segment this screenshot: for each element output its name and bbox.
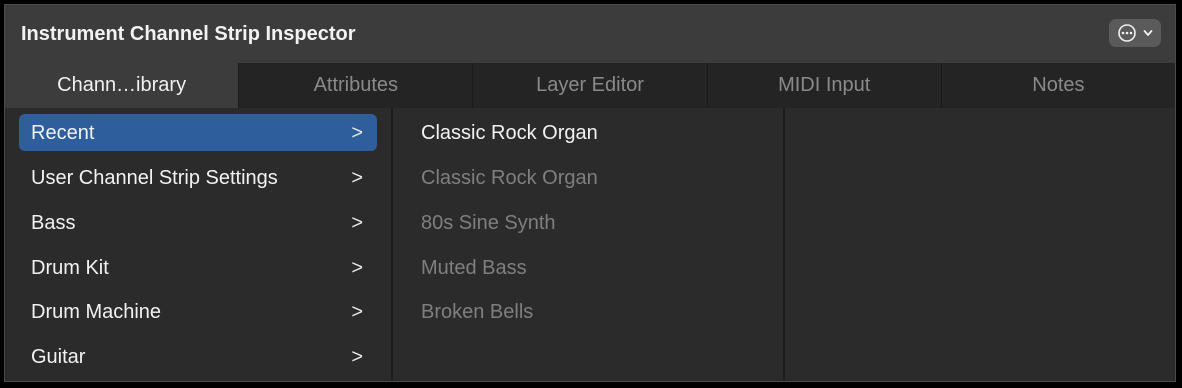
category-label: Guitar — [31, 346, 86, 368]
category-column: Recent > User Channel Strip Settings > B… — [5, 108, 393, 381]
tab-channel-strip-library[interactable]: Chann…ibrary — [5, 63, 239, 108]
chevron-right-icon: > — [351, 212, 363, 234]
category-user-channel-strip-settings[interactable]: User Channel Strip Settings > — [19, 159, 377, 196]
list-item[interactable]: Classic Rock Organ — [421, 122, 598, 145]
detail-column — [785, 108, 1175, 381]
category-label: Recent — [31, 122, 95, 144]
window-title: Instrument Channel Strip Inspector — [21, 23, 356, 45]
category-drum-machine[interactable]: Drum Machine > — [19, 293, 377, 330]
tab-notes[interactable]: Notes — [940, 63, 1175, 108]
recent-items-column: Classic Rock Organ Classic Rock Organ 80… — [393, 108, 785, 381]
list-item[interactable]: Broken Bells — [421, 301, 533, 324]
tab-layer-editor[interactable]: Layer Editor — [472, 63, 707, 108]
category-label: Drum Kit — [31, 257, 109, 279]
chevron-right-icon: > — [351, 167, 363, 189]
list-item[interactable]: Muted Bass — [421, 257, 527, 280]
chevron-right-icon: > — [351, 346, 363, 368]
category-guitar[interactable]: Guitar > — [19, 338, 377, 375]
tab-bar: Chann…ibrary Attributes Layer Editor MID… — [5, 63, 1175, 108]
library-browser: Recent > User Channel Strip Settings > B… — [5, 108, 1175, 381]
category-label: Bass — [31, 212, 76, 234]
tab-attributes[interactable]: Attributes — [238, 63, 473, 108]
ellipsis-circle-icon — [1117, 23, 1137, 43]
inspector-window: Instrument Channel Strip Inspector Chann… — [4, 4, 1176, 382]
chevron-right-icon: > — [351, 257, 363, 279]
category-bass[interactable]: Bass > — [19, 204, 377, 241]
category-drum-kit[interactable]: Drum Kit > — [19, 249, 377, 286]
category-label: User Channel Strip Settings — [31, 167, 278, 189]
title-bar: Instrument Channel Strip Inspector — [5, 5, 1175, 63]
category-label: Drum Machine — [31, 301, 162, 323]
list-item[interactable]: 80s Sine Synth — [421, 212, 556, 235]
list-item[interactable]: Classic Rock Organ — [421, 167, 598, 190]
chevron-right-icon: > — [351, 301, 363, 323]
tab-midi-input[interactable]: MIDI Input — [706, 63, 941, 108]
chevron-down-icon — [1143, 29, 1153, 37]
category-recent[interactable]: Recent > — [19, 114, 377, 151]
chevron-right-icon: > — [351, 122, 363, 144]
more-options-button[interactable] — [1109, 19, 1161, 47]
